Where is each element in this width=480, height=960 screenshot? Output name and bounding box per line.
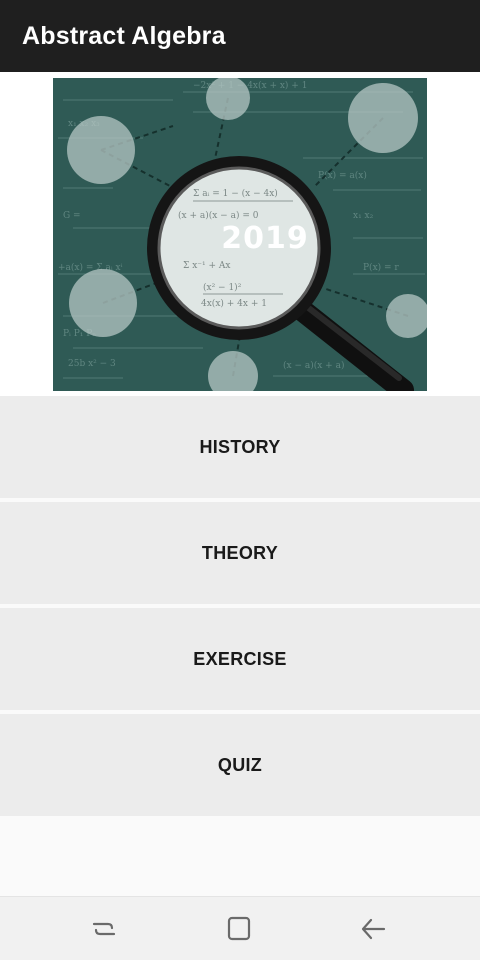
banner-year-label: 2019 xyxy=(221,221,309,256)
app-title: Abstract Algebra xyxy=(22,21,226,50)
back-icon[interactable] xyxy=(357,913,389,945)
banner-image: −2x² + 1 − 4x(x + x) + 1 x₁ x₂ x₃ P(x) =… xyxy=(53,78,427,391)
recent-apps-icon[interactable] xyxy=(88,913,120,945)
svg-text:25b x² − 3: 25b x² − 3 xyxy=(68,359,116,369)
system-nav-bar xyxy=(0,896,480,960)
svg-text:x₁ x₂: x₁ x₂ xyxy=(353,211,374,221)
exercise-button-label: EXERCISE xyxy=(193,648,287,669)
quiz-button[interactable]: QUIZ xyxy=(0,714,480,820)
svg-text:Σ aᵢ = 1 − (x − 4x): Σ aᵢ = 1 − (x − 4x) xyxy=(193,188,278,199)
home-icon[interactable] xyxy=(223,913,255,945)
theory-button-label: THEORY xyxy=(201,542,279,563)
svg-text:(x + a)(x − a) = 0: (x + a)(x − a) = 0 xyxy=(178,210,259,221)
svg-text:P(x) = r: P(x) = r xyxy=(363,262,399,273)
quiz-button-label: QUIZ xyxy=(217,754,263,775)
app-bar: Abstract Algebra xyxy=(0,0,480,72)
history-button-label: HISTORY xyxy=(199,436,281,457)
history-button[interactable]: HISTORY xyxy=(0,396,480,502)
svg-text:Σ x⁻¹ + Ax: Σ x⁻¹ + Ax xyxy=(183,261,231,271)
svg-text:G =: G = xyxy=(63,211,81,221)
svg-text:4x(x) + 4x + 1: 4x(x) + 4x + 1 xyxy=(201,298,267,309)
svg-text:(x² − 1)²: (x² − 1)² xyxy=(203,282,242,293)
theory-button[interactable]: THEORY xyxy=(0,502,480,608)
app-screen: Abstract Algebra −2x² + 1 − 4x(x + x) + … xyxy=(0,0,480,960)
svg-text:(x − a)(x + a): (x − a)(x + a) xyxy=(283,360,344,371)
banner-area: −2x² + 1 − 4x(x + x) + 1 x₁ x₂ x₃ P(x) =… xyxy=(0,72,480,396)
exercise-button[interactable]: EXERCISE xyxy=(0,608,480,714)
main-menu: HISTORY THEORY EXERCISE QUIZ xyxy=(0,396,480,820)
